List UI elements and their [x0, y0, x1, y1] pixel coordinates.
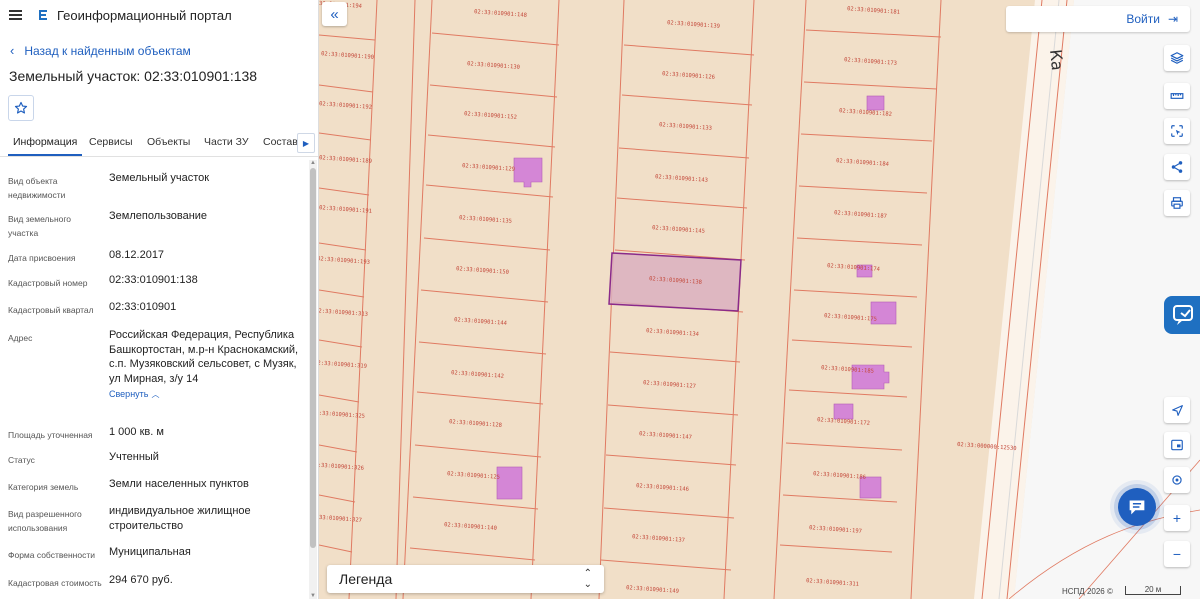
attr-label: Вид земельного участка: [8, 214, 72, 238]
collapse-address-link[interactable]: Свернуть ︿: [109, 387, 299, 403]
tab-services[interactable]: Сервисы: [89, 136, 133, 148]
double-chevron-left-icon: «: [330, 5, 339, 23]
portal-title: Геоинформационный портал: [57, 7, 232, 23]
attr-label: Кадастровый номер: [8, 278, 88, 288]
chevron-up-icon: ︿: [151, 390, 160, 399]
attr-label: Статус: [8, 455, 35, 465]
back-to-results-link[interactable]: ‹ Назад к найденным объектам: [10, 43, 191, 58]
scale-bar: 20 м: [1125, 586, 1181, 595]
attr-label: Категория земель: [8, 482, 79, 492]
legend-dropdown[interactable]: Легенда ⌃ ⌄: [327, 565, 604, 593]
tab-information[interactable]: Информация: [7, 136, 83, 156]
location-search-icon: [1172, 475, 1182, 485]
object-info-panel: Геоинформационный портал ‹ Назад к найде…: [0, 0, 319, 599]
attr-value: Земельный участок: [109, 172, 210, 184]
attr-label: Вид разрешенного использования: [8, 509, 82, 533]
panel-scrollbar[interactable]: ▲ ▼: [309, 160, 317, 599]
collapse-panel-button[interactable]: «: [322, 2, 347, 26]
map-canvas: Ка: [319, 0, 1200, 599]
attr-value: индивидуальное жилищное строительство: [109, 505, 251, 532]
attr-label: Адрес: [8, 333, 33, 343]
cadastral-map[interactable]: Ка 02:33:010901:19402:33:010901:14802:33…: [319, 0, 1200, 599]
triangle-right-icon: ▶: [302, 138, 310, 148]
attr-value: Земли населенных пунктов: [109, 478, 249, 490]
attr-label: Площадь уточненная: [8, 430, 93, 440]
zoom-in-button[interactable]: +: [1164, 505, 1190, 531]
street-label: Ка: [1046, 48, 1067, 71]
attr-value-wrap: Российская Федерация, Республика Башкорт…: [109, 328, 299, 403]
location-arrow-icon: [1171, 404, 1183, 416]
expand-collapse-icon: ⌃ ⌄: [583, 568, 592, 590]
print-button[interactable]: [1164, 190, 1190, 216]
layers-button[interactable]: [1164, 45, 1190, 71]
login-label: Войти: [1126, 12, 1160, 26]
basemap-button[interactable]: [1164, 432, 1190, 458]
attr-value: Учтенный: [109, 451, 159, 463]
basemap-icon: [1171, 439, 1183, 451]
collapse-label: Свернуть: [109, 389, 149, 399]
building: [833, 403, 854, 420]
attr-value: Российская Федерация, Республика Башкорт…: [109, 329, 299, 385]
portal-logo-icon: [39, 10, 47, 20]
plus-icon: +: [1172, 510, 1182, 526]
star-icon: [14, 101, 28, 114]
measure-button[interactable]: [1164, 83, 1190, 109]
scrollbar-thumb[interactable]: [310, 168, 316, 548]
attr-value: Землепользование: [109, 210, 208, 222]
layers-icon: [1170, 52, 1184, 64]
attr-label: Дата присвоения: [8, 253, 76, 263]
tab-land-parts[interactable]: Части ЗУ: [204, 136, 249, 148]
scroll-down-icon[interactable]: ▼: [309, 593, 317, 599]
info-tabs: Информация Сервисы Объекты Части ЗУ Сост…: [0, 131, 318, 157]
tab-composition[interactable]: Состав: [263, 136, 298, 148]
select-area-icon: [1171, 125, 1183, 137]
building: [496, 466, 523, 500]
chat-assistant-button[interactable]: [1118, 488, 1156, 526]
back-link-label: Назад к найденным объектам: [24, 43, 191, 58]
attr-value: 02:33:010901:138: [109, 274, 198, 286]
tabs-scroll-right-button[interactable]: ▶: [297, 133, 315, 153]
attr-value: Муниципальная: [109, 546, 191, 558]
attr-label: Кадастровая стоимость: [8, 578, 102, 588]
share-icon: [1171, 161, 1183, 173]
attr-value: 1 000 кв. м: [109, 426, 164, 438]
find-location-button[interactable]: [1164, 467, 1190, 493]
favorite-button[interactable]: [8, 95, 34, 121]
attr-label: Форма собственности: [8, 550, 95, 560]
menu-icon[interactable]: [9, 10, 22, 20]
locate-me-button[interactable]: [1164, 397, 1190, 423]
building: [513, 157, 543, 188]
share-button[interactable]: [1164, 154, 1190, 180]
legend-label: Легенда: [339, 571, 393, 587]
chat-bubble-icon: [1129, 500, 1145, 515]
minus-icon: −: [1172, 546, 1182, 562]
object-title: Земельный участок: 02:33:010901:138: [9, 68, 258, 84]
attr-label: Кадастровый квартал: [8, 305, 94, 315]
zoom-out-button[interactable]: −: [1164, 541, 1190, 567]
ruler-icon: [1170, 93, 1184, 99]
attr-label: Вид объекта недвижимости: [8, 176, 66, 200]
feedback-button[interactable]: [1164, 296, 1200, 334]
header-bar: Геоинформационный портал: [0, 0, 318, 30]
attr-value: 08.12.2017: [109, 249, 165, 261]
tab-objects[interactable]: Объекты: [147, 136, 190, 148]
login-icon: ⇥: [1167, 12, 1178, 26]
copyright-text: НСПД 2026 ©: [1062, 587, 1113, 596]
printer-icon: [1171, 197, 1183, 209]
attr-value: 02:33:010901: [109, 301, 177, 313]
select-area-button[interactable]: [1164, 118, 1190, 144]
attr-value: 294 670 руб.: [109, 574, 173, 586]
feedback-chat-icon: [1173, 305, 1193, 325]
building: [866, 95, 885, 111]
login-button[interactable]: Войти ⇥: [1006, 6, 1190, 32]
scroll-up-icon[interactable]: ▲: [309, 160, 317, 166]
chevron-left-icon: ‹: [10, 43, 15, 58]
